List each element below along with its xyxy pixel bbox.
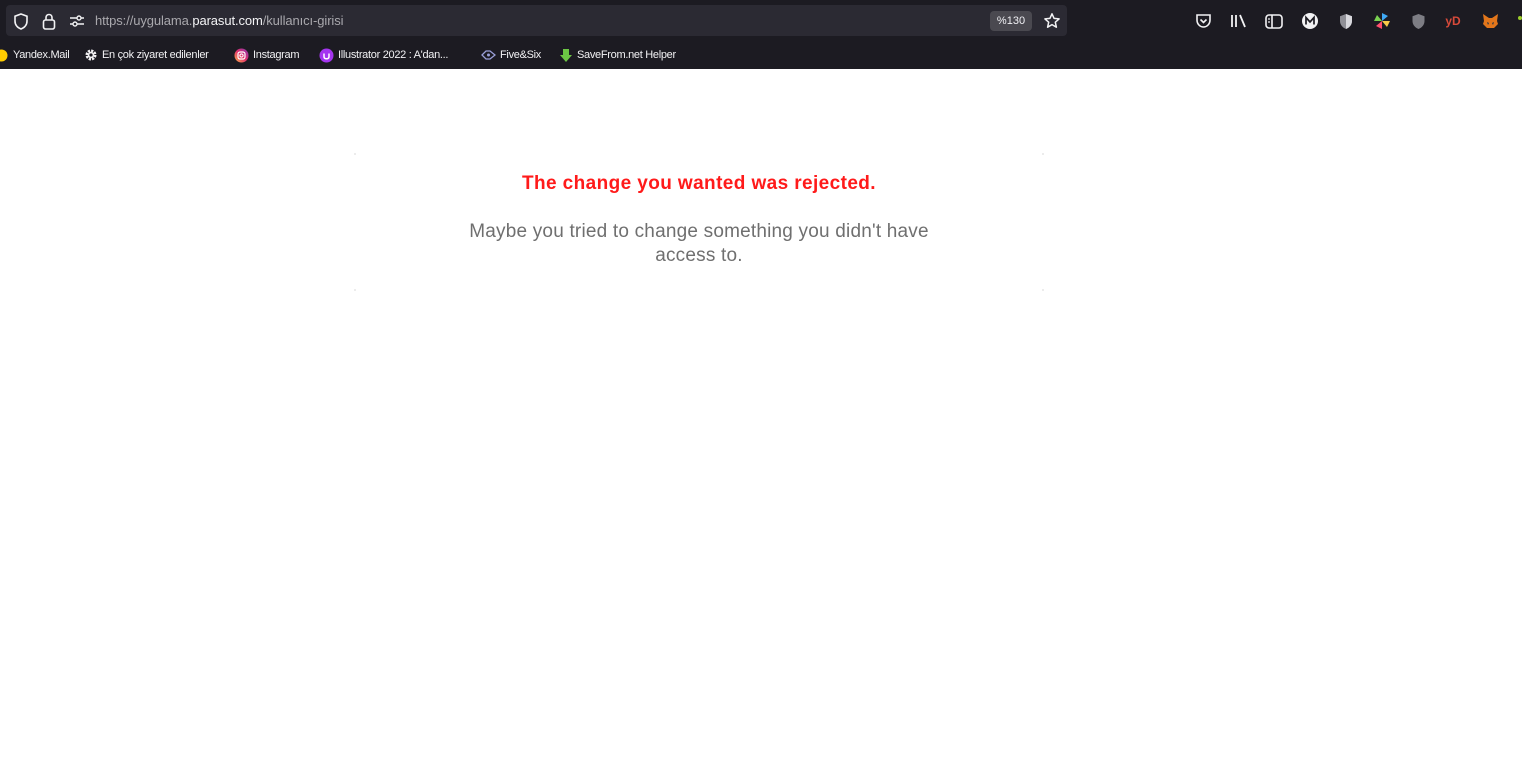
card-corner xyxy=(1042,289,1044,291)
gear-icon xyxy=(83,48,98,63)
url-text[interactable]: https://uygulama.parasut.com/kullanıcı-g… xyxy=(95,13,344,29)
url-path: /kullanıcı-girisi xyxy=(262,13,344,28)
overflow-extension-icon[interactable] xyxy=(1514,11,1522,31)
bookmark-label: Illustrator 2022 : A'dan... xyxy=(338,49,449,61)
card-corner xyxy=(354,289,356,291)
error-title: The change you wanted was rejected. xyxy=(522,173,876,194)
fivesix-icon xyxy=(481,48,496,63)
tracking-protection-icon[interactable] xyxy=(12,12,30,30)
bookmark-savefrom[interactable]: SaveFrom.net Helper xyxy=(558,46,676,64)
zoom-level-badge[interactable]: %130 xyxy=(990,11,1032,31)
bookmark-label: Five&Six xyxy=(500,49,541,61)
page-content: The change you wanted was rejected. Mayb… xyxy=(0,69,1522,764)
library-icon[interactable] xyxy=(1229,11,1249,31)
bookmark-instagram[interactable]: Instagram xyxy=(234,46,300,64)
card-corner xyxy=(354,153,356,155)
yandex-mail-icon xyxy=(0,48,9,63)
sidebar-icon[interactable] xyxy=(1264,11,1284,31)
bookmark-label: Yandex.Mail xyxy=(13,49,70,61)
bookmark-most-visited[interactable]: En çok ziyaret edilenler xyxy=(83,46,209,64)
bookmark-label: Instagram xyxy=(253,49,300,61)
permissions-icon[interactable] xyxy=(68,12,86,30)
pinwheel-extension-icon[interactable] xyxy=(1372,11,1392,31)
lock-icon[interactable] xyxy=(40,12,58,30)
address-bar[interactable]: https://uygulama.parasut.com/kullanıcı-g… xyxy=(6,5,1067,36)
card-corner xyxy=(1042,153,1044,155)
savefrom-download-icon xyxy=(558,48,573,63)
udemy-icon xyxy=(319,48,334,63)
bookmark-star-icon[interactable] xyxy=(1042,11,1062,31)
bookmark-fivesix[interactable]: Five&Six xyxy=(481,46,541,64)
instagram-icon xyxy=(234,48,249,63)
navigation-toolbar: https://uygulama.parasut.com/kullanıcı-g… xyxy=(0,0,1522,42)
bookmarks-toolbar: Yandex.Mail En çok ziyaret edilenler Ins… xyxy=(0,43,1522,67)
pocket-icon[interactable] xyxy=(1193,11,1213,31)
bookmark-yandex-mail[interactable]: Yandex.Mail xyxy=(0,46,70,64)
shield-extension-icon[interactable] xyxy=(1336,11,1356,31)
m-extension-icon[interactable] xyxy=(1300,11,1320,31)
error-message: Maybe you tried to change something you … xyxy=(469,221,929,266)
bookmark-label: SaveFrom.net Helper xyxy=(577,49,676,61)
url-prefix: https://uygulama. xyxy=(95,13,193,28)
yd-extension-icon[interactable]: yD xyxy=(1443,11,1463,31)
browser-chrome: https://uygulama.parasut.com/kullanıcı-g… xyxy=(0,0,1522,69)
grey-shield-extension-icon[interactable] xyxy=(1408,11,1428,31)
bookmark-illustrator-course[interactable]: Illustrator 2022 : A'dan... xyxy=(319,46,448,64)
url-domain: parasut.com xyxy=(192,13,263,28)
metamask-fox-icon[interactable] xyxy=(1480,11,1500,31)
bookmark-label: En çok ziyaret edilenler xyxy=(102,49,209,61)
